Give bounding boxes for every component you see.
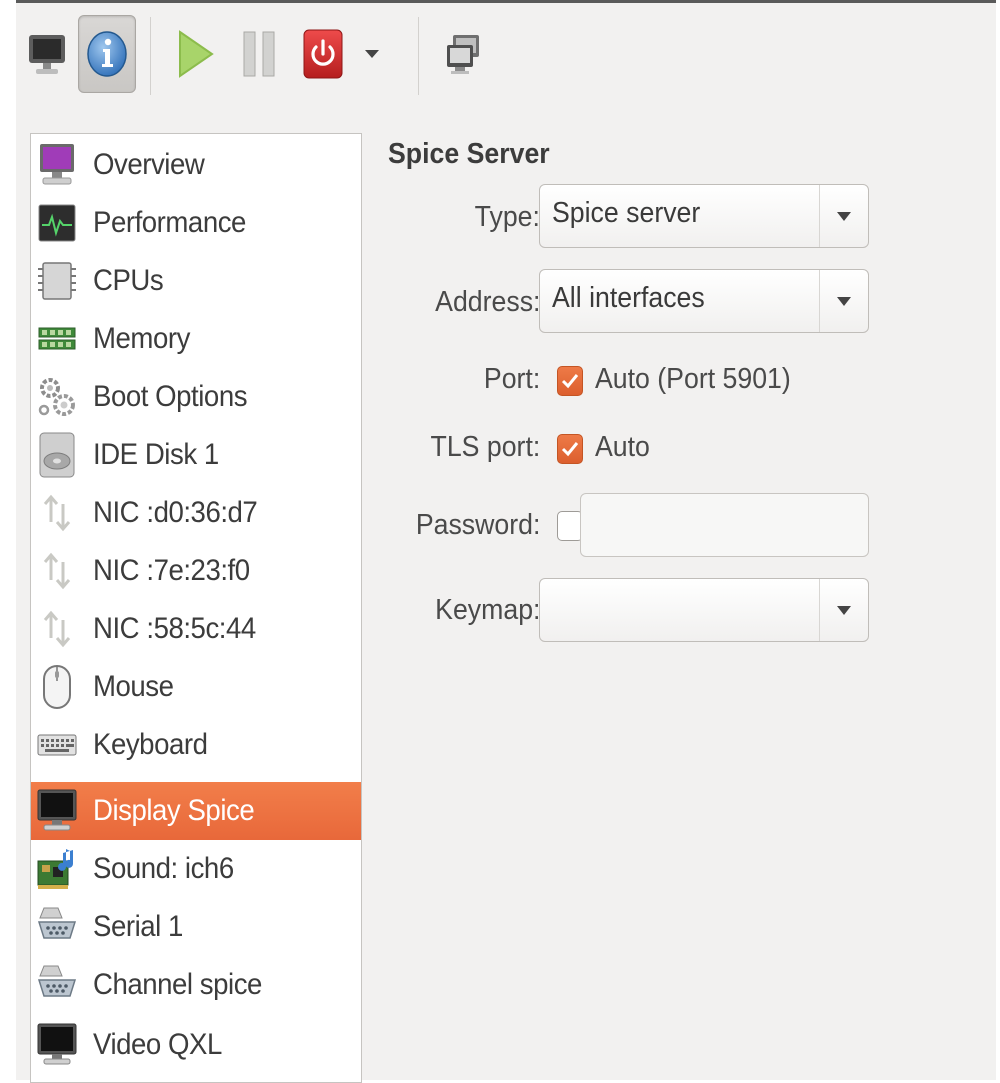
overview-monitor-icon — [40, 144, 74, 185]
keymap-combo[interactable] — [539, 578, 869, 642]
sidebar-item-keyboard[interactable]: Keyboard — [31, 716, 361, 774]
toolbar-separator — [418, 17, 419, 95]
memory-icon — [38, 327, 76, 350]
pause-icon — [243, 31, 275, 77]
fullscreen-button[interactable] — [434, 15, 492, 93]
keyboard-icon — [37, 734, 77, 756]
video-monitor-icon — [37, 1023, 77, 1065]
power-icon — [303, 29, 343, 79]
fullscreen-icon — [447, 35, 479, 74]
sidebar-item-nic-2[interactable]: NIC :7e:23:f0 — [31, 542, 361, 600]
tls-port-label: TLS port: — [430, 431, 540, 463]
display-icon — [37, 789, 77, 831]
sidebar-item-label: Display Spice — [93, 794, 255, 827]
address-combo-arrow[interactable] — [819, 270, 868, 332]
sidebar-item-boot-options[interactable]: Boot Options — [31, 368, 361, 426]
chevron-down-icon — [837, 296, 851, 306]
sidebar-item-label: NIC :58:5c:44 — [93, 612, 256, 645]
sidebar-item-sound[interactable]: Sound: ich6 — [31, 840, 361, 898]
sidebar-item-label: Keyboard — [93, 728, 208, 761]
sidebar-item-label: Video QXL — [93, 1028, 222, 1061]
password-label: Password: — [415, 509, 540, 541]
type-combo-arrow[interactable] — [819, 185, 868, 247]
performance-graph-icon — [38, 204, 76, 242]
sidebar-item-memory[interactable]: Memory — [31, 310, 361, 368]
hardware-list[interactable]: Overview Performance CPUs Memory Boot Op… — [30, 133, 362, 1083]
toolbar — [16, 3, 996, 103]
section-title: Spice Server — [388, 138, 550, 170]
gears-icon — [38, 378, 75, 416]
sidebar-item-label: IDE Disk 1 — [93, 438, 219, 471]
sidebar-item-video-qxl[interactable]: Video QXL — [31, 1016, 361, 1074]
cpu-chip-icon — [38, 262, 76, 300]
keymap-combo-arrow[interactable] — [819, 579, 868, 641]
sidebar-item-mouse[interactable]: Mouse — [31, 658, 361, 716]
spice-server-panel: Spice Server Type: Spice server Address:… — [388, 133, 988, 733]
sidebar-item-label: Boot Options — [93, 380, 248, 413]
address-label: Address: — [434, 286, 540, 318]
details-button[interactable] — [78, 15, 136, 93]
sidebar-item-label: Overview — [93, 148, 205, 181]
checkmark-icon — [561, 374, 579, 389]
sidebar-item-ide-disk-1[interactable]: IDE Disk 1 — [31, 426, 361, 484]
port-label: Port: — [483, 363, 540, 395]
sidebar-item-label: Memory — [93, 322, 190, 355]
sidebar-item-label: Mouse — [93, 670, 174, 703]
sidebar-item-label: Performance — [93, 206, 246, 239]
play-icon — [179, 30, 214, 78]
type-label: Type: — [474, 201, 540, 233]
run-button[interactable] — [166, 15, 224, 93]
pause-button[interactable] — [230, 15, 288, 93]
sidebar-item-overview[interactable]: Overview — [31, 136, 361, 194]
chevron-down-icon — [837, 605, 851, 615]
tls-port-auto-label[interactable]: Auto — [595, 431, 650, 464]
address-value: All interfaces — [552, 282, 705, 314]
sidebar-item-channel-spice[interactable]: Channel spice — [31, 956, 361, 1014]
sidebar-item-cpus[interactable]: CPUs — [31, 252, 361, 310]
password-field[interactable] — [580, 493, 869, 557]
vm-details-window: Overview Performance CPUs Memory Boot Op… — [16, 0, 996, 1083]
info-icon — [87, 31, 127, 77]
monitor-icon — [29, 35, 65, 74]
checkmark-icon — [561, 442, 579, 457]
sidebar-item-label: NIC :d0:36:d7 — [93, 496, 258, 529]
type-combo[interactable]: Spice server — [539, 184, 869, 248]
address-combo[interactable]: All interfaces — [539, 269, 869, 333]
sidebar-item-label: Channel spice — [93, 968, 262, 1001]
toolbar-separator — [150, 17, 151, 95]
type-value: Spice server — [552, 197, 701, 229]
network-arrows-icon — [43, 610, 71, 648]
chevron-down-icon — [837, 211, 851, 221]
mouse-icon — [43, 665, 71, 709]
sidebar-item-label: Sound: ich6 — [93, 852, 234, 885]
sidebar-item-label: CPUs — [93, 264, 164, 297]
shutdown-menu-button[interactable] — [352, 15, 392, 93]
sidebar-item-serial-1[interactable]: Serial 1 — [31, 898, 361, 956]
sidebar-item-nic-1[interactable]: NIC :d0:36:d7 — [31, 484, 361, 542]
sidebar-item-performance[interactable]: Performance — [31, 194, 361, 252]
port-auto-checkbox[interactable] — [557, 366, 583, 396]
sound-card-icon — [37, 849, 73, 889]
shutdown-button[interactable] — [294, 15, 352, 93]
tls-port-auto-checkbox[interactable] — [557, 434, 583, 464]
sidebar-item-display-spice[interactable]: Display Spice — [31, 782, 361, 840]
sidebar-item-label: Serial 1 — [93, 910, 183, 943]
port-auto-label[interactable]: Auto (Port 5901) — [595, 363, 791, 396]
chevron-down-icon — [365, 50, 379, 58]
console-button[interactable] — [18, 15, 76, 93]
serial-port-icon — [37, 907, 77, 939]
network-arrows-icon — [43, 494, 71, 532]
sidebar-item-label: NIC :7e:23:f0 — [93, 554, 250, 587]
keymap-label: Keymap: — [434, 594, 540, 626]
sidebar-item-nic-3[interactable]: NIC :58:5c:44 — [31, 600, 361, 658]
serial-port-icon — [37, 965, 77, 997]
network-arrows-icon — [43, 552, 71, 590]
hard-disk-icon — [39, 432, 75, 478]
